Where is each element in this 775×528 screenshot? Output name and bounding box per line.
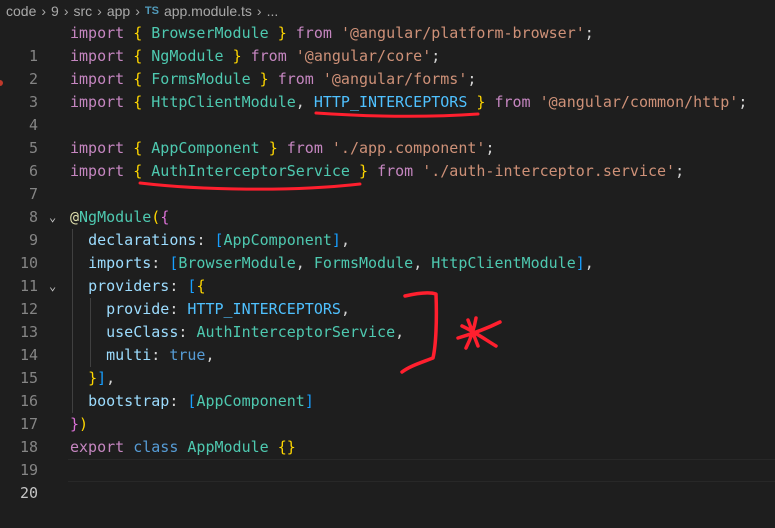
- chevron-right-icon: ›: [135, 3, 140, 19]
- literal-true: true: [169, 346, 206, 364]
- property-declarations: declarations: [88, 231, 197, 249]
- code-line[interactable]: 13 provide: HTTP_INTERCEPTORS,: [0, 298, 775, 341]
- decorator-at: @: [70, 208, 80, 226]
- code-line[interactable]: 3 import { FormsModule } from '@angular/…: [0, 68, 775, 111]
- keyword-import: import: [70, 24, 125, 42]
- code-line[interactable]: 2 import { NgModule } from '@angular/cor…: [0, 45, 775, 88]
- code-line[interactable]: 14 useClass: AuthInterceptorService,: [0, 321, 775, 364]
- breadcrumb-item-9[interactable]: 9: [51, 3, 59, 19]
- breadcrumb: code › 9 › src › app › TS app.module.ts …: [0, 0, 775, 22]
- code-line[interactable]: 18 }): [0, 413, 775, 456]
- fold-chevron-icon[interactable]: ⌄: [49, 206, 56, 229]
- identifier-http-interceptors: HTTP_INTERCEPTORS: [313, 93, 468, 111]
- property-imports: imports: [88, 254, 152, 272]
- code-line-current[interactable]: 20: [0, 459, 775, 502]
- code-line[interactable]: 12 ⌄ providers: [{: [0, 275, 775, 318]
- keyword-export: export: [70, 438, 125, 456]
- identifier-formsmodule: FormsModule: [151, 70, 251, 88]
- module-path: '@angular/platform-browser': [340, 24, 585, 42]
- module-path: '@angular/forms': [322, 70, 468, 88]
- property-provide: provide: [106, 300, 170, 318]
- module-path: './auth-interceptor.service': [422, 162, 676, 180]
- property-providers: providers: [88, 277, 170, 295]
- line-number: 20: [19, 484, 38, 502]
- code-line[interactable]: 5: [0, 114, 775, 157]
- module-path: './app.component': [331, 139, 486, 157]
- module-path: '@angular/core': [295, 47, 432, 65]
- code-line[interactable]: 11 imports: [BrowserModule, FormsModule,…: [0, 252, 775, 295]
- breadcrumb-item-app[interactable]: app: [107, 3, 130, 19]
- code-line[interactable]: 17 bootstrap: [AppComponent]: [0, 390, 775, 433]
- breadcrumb-item-src[interactable]: src: [74, 3, 93, 19]
- code-line[interactable]: 7 import { AuthInterceptorService } from…: [0, 160, 775, 203]
- code-line[interactable]: 8: [0, 183, 775, 226]
- code-editor[interactable]: 1 import { BrowserModule } from '@angula…: [0, 22, 775, 502]
- property-useclass: useClass: [106, 323, 179, 341]
- code-line[interactable]: 15 multi: true,: [0, 344, 775, 387]
- property-multi: multi: [106, 346, 152, 364]
- breadcrumb-item-code[interactable]: code: [6, 3, 36, 19]
- identifier-appmodule: AppModule: [187, 438, 269, 456]
- identifier-ngmodule: NgModule: [151, 47, 224, 65]
- code-line[interactable]: 19 export class AppModule {}: [0, 436, 775, 479]
- identifier-httpclientmodule: HttpClientModule: [151, 93, 296, 111]
- decorator-ngmodule: NgModule: [79, 208, 152, 226]
- code-line[interactable]: 16 }],: [0, 367, 775, 410]
- module-path: '@angular/common/http': [539, 93, 739, 111]
- breadcrumb-item-file[interactable]: app.module.ts: [164, 3, 252, 19]
- breadcrumb-item-symbols[interactable]: ...: [267, 3, 279, 19]
- keyword-class: class: [133, 438, 179, 456]
- code-line[interactable]: 6 import { AppComponent } from './app.co…: [0, 137, 775, 180]
- chevron-right-icon: ›: [97, 3, 102, 19]
- chevron-right-icon: ›: [41, 3, 47, 19]
- code-line[interactable]: 10 declarations: [AppComponent],: [0, 229, 775, 272]
- chevron-right-icon: ›: [63, 3, 69, 19]
- identifier-appcomponent: AppComponent: [151, 139, 260, 157]
- identifier-browsermodule: BrowserModule: [151, 24, 269, 42]
- identifier-authinterceptorservice: AuthInterceptorService: [151, 162, 350, 180]
- fold-chevron-icon[interactable]: ⌄: [49, 275, 56, 298]
- chevron-right-icon: ›: [256, 3, 262, 19]
- property-bootstrap: bootstrap: [88, 392, 170, 410]
- typescript-file-icon: TS: [144, 5, 159, 17]
- code-line[interactable]: 9 ⌄ @NgModule({: [0, 206, 775, 249]
- code-line[interactable]: 1 import { BrowserModule } from '@angula…: [0, 22, 775, 65]
- code-line[interactable]: 4 import { HttpClientModule, HTTP_INTERC…: [0, 91, 775, 134]
